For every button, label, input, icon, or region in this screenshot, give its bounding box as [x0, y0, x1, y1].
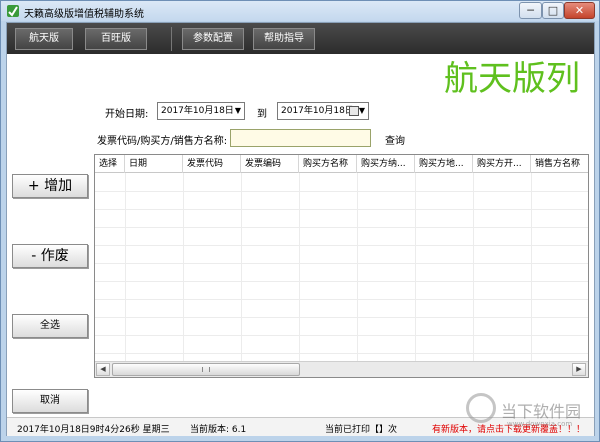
table-header: 选择 日期 发票代码 发票编码 购买方名称 购买方纳... 购买方地... 购买…	[95, 155, 588, 173]
grid-line	[125, 173, 126, 361]
end-date-value: 2017年10月18日	[281, 106, 354, 116]
scroll-left-icon[interactable]: ◀	[96, 363, 110, 376]
top-navbar: 航天版 百旺版 参数配置 帮助指导	[7, 23, 594, 54]
grid-line	[241, 173, 242, 361]
close-button[interactable]: ✕	[564, 2, 595, 19]
search-label: 发票代码/购买方/销售方名称:	[97, 136, 228, 147]
table-row	[95, 227, 588, 228]
status-print-count: 当前已打印【】次	[325, 425, 398, 435]
start-date-picker[interactable]: 2017年10月18日 ▼	[157, 102, 245, 120]
nav-divider	[171, 27, 172, 51]
select-all-button[interactable]: 全选	[12, 314, 88, 338]
column-header[interactable]: 购买方地...	[415, 155, 473, 173]
dropdown-arrow-icon: ▼	[358, 106, 365, 115]
column-header[interactable]: 日期	[125, 155, 183, 173]
status-datetime: 2017年10月18日9时4分26秒 星期三	[17, 425, 170, 435]
grid-line	[357, 173, 358, 361]
end-date-picker[interactable]: 2017年10月18日 ▼	[277, 102, 369, 120]
grid-line	[415, 173, 416, 361]
table-row	[95, 209, 588, 210]
tab-hangtian[interactable]: 航天版	[15, 28, 73, 50]
scroll-right-icon[interactable]: ▶	[572, 363, 586, 376]
start-date-label: 开始日期:	[105, 109, 149, 120]
column-header[interactable]: 销售方名称	[531, 155, 588, 173]
column-header[interactable]: 购买方纳...	[357, 155, 415, 173]
column-header[interactable]: 发票编码	[241, 155, 299, 173]
table-row	[95, 299, 588, 300]
void-button[interactable]: - 作废	[12, 244, 88, 268]
grip-icon	[202, 367, 210, 372]
table-row	[95, 245, 588, 246]
column-header[interactable]: 购买方开...	[473, 155, 531, 173]
tab-baiwang[interactable]: 百旺版	[85, 28, 147, 50]
grid-line	[183, 173, 184, 361]
main-panel: 航天版 百旺版 参数配置 帮助指导 航天版列 开始日期: 2017年10月18日…	[6, 22, 595, 436]
watermark-logo-icon	[466, 393, 496, 423]
tab-help[interactable]: 帮助指导	[253, 28, 315, 50]
horizontal-scrollbar[interactable]: ◀ ▶	[95, 361, 588, 377]
minimize-button[interactable]: ─	[519, 2, 542, 19]
window-title: 天籁高级版增值税辅助系统	[24, 9, 144, 20]
add-button[interactable]: + 增加	[12, 174, 88, 198]
maximize-button[interactable]: □	[542, 2, 564, 19]
app-window: 天籁高级版增值税辅助系统 ─ □ ✕ 航天版 百旺版 参数配置 帮助指导 航天版…	[0, 0, 600, 442]
calendar-icon	[349, 106, 359, 116]
start-date-value: 2017年10月18日	[161, 106, 234, 116]
grid-line	[473, 173, 474, 361]
tab-settings[interactable]: 参数配置	[182, 28, 244, 50]
watermark-text: 当下软件园	[501, 402, 582, 421]
table-row	[95, 353, 588, 354]
grid-line	[531, 173, 532, 361]
scrollbar-thumb[interactable]	[112, 363, 300, 376]
title-bar[interactable]: 天籁高级版增值税辅助系统 ─ □ ✕	[1, 1, 599, 21]
table-row	[95, 335, 588, 336]
dropdown-arrow-icon: ▼	[234, 106, 241, 115]
column-header[interactable]: 选择	[95, 155, 125, 173]
search-input[interactable]	[230, 129, 371, 147]
to-label: 到	[257, 109, 267, 120]
query-button[interactable]: 查询	[385, 132, 405, 147]
invoice-table[interactable]: 选择 日期 发票代码 发票编码 购买方名称 购买方纳... 购买方地... 购买…	[94, 154, 589, 378]
watermark-url: www.downxia.com	[507, 420, 573, 428]
column-header[interactable]: 购买方名称	[299, 155, 357, 173]
table-row	[95, 317, 588, 318]
table-row	[95, 191, 588, 192]
status-version: 当前版本: 6.1	[190, 425, 247, 435]
app-logo-icon	[7, 5, 19, 17]
grid-line	[299, 173, 300, 361]
brand-banner: 航天版列	[444, 59, 580, 99]
cancel-button[interactable]: 取消	[12, 389, 88, 413]
column-header[interactable]: 发票代码	[183, 155, 241, 173]
table-row	[95, 281, 588, 282]
table-row	[95, 263, 588, 264]
